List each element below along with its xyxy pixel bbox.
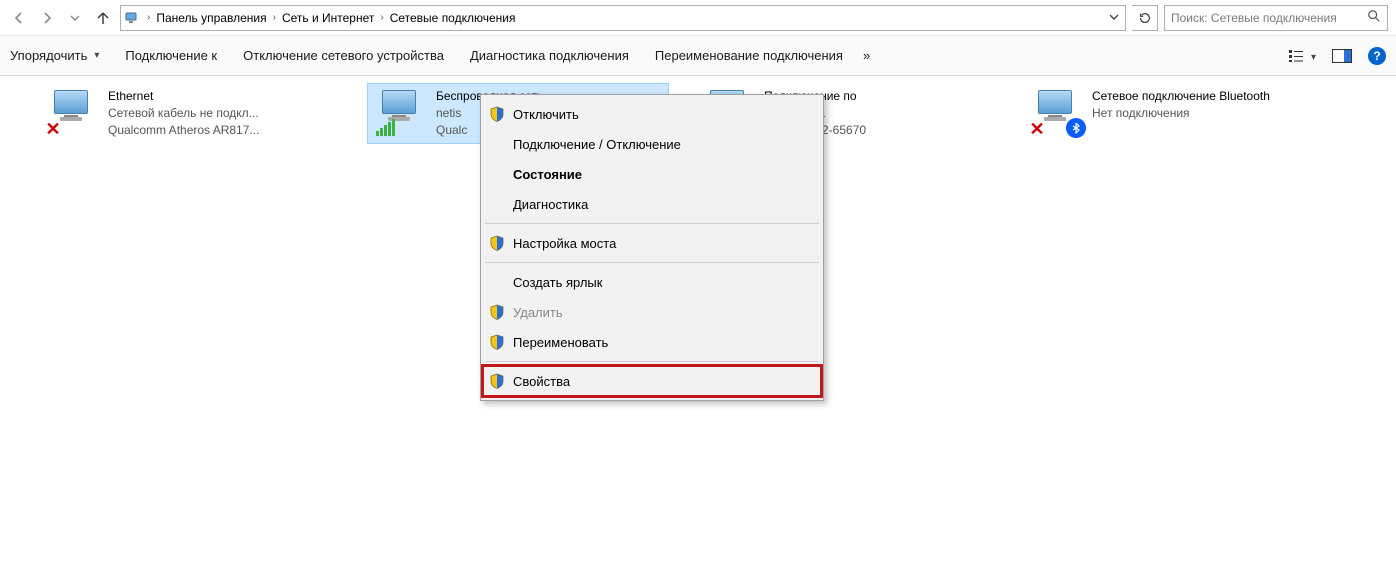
context-menu-label: Удалить xyxy=(513,305,563,320)
context-menu-item[interactable]: Переименовать xyxy=(483,327,821,357)
breadcrumb-item[interactable]: Сетевые подключения xyxy=(390,11,516,25)
address-field[interactable]: › Панель управления› Сеть и Интернет› Се… xyxy=(120,5,1126,31)
connection-status: Нет подключения xyxy=(1092,105,1270,122)
network-connections-icon xyxy=(123,9,141,27)
context-menu-item[interactable]: Диагностика xyxy=(483,189,821,219)
connection-status: Сетевой кабель не подкл... xyxy=(108,105,259,122)
connection-name: Сетевое подключение Bluetooth xyxy=(1092,88,1270,105)
nav-recent-dropdown[interactable] xyxy=(64,7,86,29)
connection-labels: EthernetСетевой кабель не подкл...Qualco… xyxy=(108,88,259,139)
context-menu-label: Свойства xyxy=(513,374,570,389)
context-menu-item[interactable]: Состояние xyxy=(483,159,821,189)
breadcrumb-chevron-icon: › xyxy=(147,12,150,23)
search-input[interactable]: Поиск: Сетевые подключения xyxy=(1164,5,1388,31)
view-mode-button[interactable] xyxy=(1288,48,1316,64)
uac-shield-icon xyxy=(489,235,505,251)
uac-shield-icon xyxy=(489,304,505,320)
cmd-disable-device[interactable]: Отключение сетевого устройства xyxy=(243,48,444,63)
connection-device: Qualcomm Atheros AR817... xyxy=(108,122,259,139)
context-menu-item: Удалить xyxy=(483,297,821,327)
cmd-rename[interactable]: Переименование подключения xyxy=(655,48,843,63)
context-menu: Отключить Подключение / Отключение Состоян… xyxy=(480,94,824,401)
cmd-diagnose[interactable]: Диагностика подключения xyxy=(470,48,629,63)
context-menu-separator xyxy=(485,223,819,224)
refresh-button[interactable] xyxy=(1132,5,1158,31)
signal-bars-icon xyxy=(376,119,395,136)
search-placeholder: Поиск: Сетевые подключения xyxy=(1171,11,1337,25)
connection-item[interactable]: ✕ Сетевое подключение BluetoothНет подклю… xyxy=(1024,84,1324,140)
search-icon xyxy=(1367,9,1381,26)
uac-shield-icon xyxy=(489,334,505,350)
help-button[interactable]: ? xyxy=(1368,47,1386,65)
nav-forward-button[interactable] xyxy=(36,7,58,29)
address-dropdown-icon[interactable] xyxy=(1109,11,1119,25)
context-menu-label: Настройка моста xyxy=(513,236,616,251)
preview-pane-button[interactable] xyxy=(1332,49,1352,63)
context-menu-item[interactable]: Создать ярлык xyxy=(483,267,821,297)
connection-icon: ✕ xyxy=(1030,88,1082,136)
cmd-connect[interactable]: Подключение к xyxy=(125,48,217,63)
command-bar: Упорядочить Подключение к Отключение сет… xyxy=(0,36,1396,76)
context-menu-label: Отключить xyxy=(513,107,579,122)
disconnected-icon: ✕ xyxy=(44,120,62,138)
bluetooth-icon xyxy=(1066,118,1086,138)
connection-icon xyxy=(374,88,426,136)
context-menu-label: Переименовать xyxy=(513,335,608,350)
context-menu-label: Подключение / Отключение xyxy=(513,137,681,152)
cmd-overflow[interactable]: » xyxy=(863,48,870,63)
context-menu-label: Создать ярлык xyxy=(513,275,602,290)
connection-name: Ethernet xyxy=(108,88,259,105)
uac-shield-icon xyxy=(489,106,505,122)
connection-item[interactable]: ✕ EthernetСетевой кабель не подкл...Qualc… xyxy=(40,84,340,143)
nav-up-button[interactable] xyxy=(92,7,114,29)
nav-back-button[interactable] xyxy=(8,7,30,29)
connection-icon: ✕ xyxy=(46,88,98,136)
context-menu-separator xyxy=(485,262,819,263)
context-menu-item[interactable]: Свойства xyxy=(483,366,821,396)
connection-labels: Сетевое подключение BluetoothНет подключ… xyxy=(1092,88,1270,136)
disconnected-icon: ✕ xyxy=(1028,120,1046,138)
breadcrumb-item[interactable]: Панель управления› xyxy=(156,11,276,25)
context-menu-label: Состояние xyxy=(513,167,582,182)
context-menu-label: Диагностика xyxy=(513,197,588,212)
organize-menu[interactable]: Упорядочить xyxy=(10,48,99,63)
context-menu-separator xyxy=(485,361,819,362)
breadcrumb-item[interactable]: Сеть и Интернет› xyxy=(282,11,384,25)
context-menu-item[interactable]: Подключение / Отключение xyxy=(483,129,821,159)
context-menu-item[interactable]: Отключить xyxy=(483,99,821,129)
context-menu-item[interactable]: Настройка моста xyxy=(483,228,821,258)
address-bar: › Панель управления› Сеть и Интернет› Се… xyxy=(0,0,1396,36)
uac-shield-icon xyxy=(489,373,505,389)
